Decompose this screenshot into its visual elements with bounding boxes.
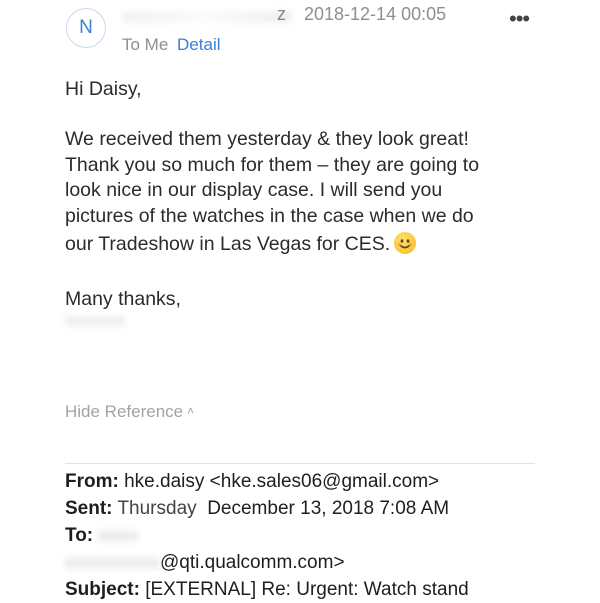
from-row: From: hke.daisy <hke.sales06@gmail.com>: [65, 468, 469, 495]
to-continuation-row: @qti.qualcomm.com>: [65, 549, 469, 576]
to-address-partial: @qti.qualcomm.com>: [160, 552, 345, 573]
reference-divider: [65, 463, 535, 464]
sent-label: Sent:: [65, 498, 113, 519]
hide-reference-button[interactable]: Hide Reference ˄: [65, 402, 194, 422]
from-value: hke.daisy <hke.sales06@gmail.com>: [124, 471, 440, 492]
body-line: We received them yesterday & they look g…: [65, 128, 469, 150]
message-date: 2018-12-14 00:05: [304, 4, 447, 24]
chevron-up-icon: ˄: [187, 404, 195, 418]
hide-reference-label: Hide Reference: [65, 402, 184, 421]
sent-weekday: Thursday: [117, 498, 197, 519]
to-address-redacted: [65, 556, 160, 569]
subject-value: [EXTERNAL] Re: Urgent: Watch stand: [145, 579, 469, 600]
detail-link[interactable]: Detail: [177, 35, 220, 54]
to-label: To:: [65, 525, 94, 546]
to-me-label: To Me: [122, 35, 169, 54]
more-options-icon[interactable]: •••: [509, 6, 530, 32]
greeting: Hi Daisy,: [65, 78, 142, 100]
sender-name-partial: z: [277, 4, 286, 24]
smiling-emoji-icon: [394, 232, 417, 254]
body-line: look nice in our display case. I will se…: [65, 179, 443, 201]
message-paragraph: We received them yesterday & they look g…: [65, 127, 479, 258]
body-line-with-emoji: our Tradeshow in Las Vegas for CES.: [65, 232, 479, 258]
sign-off: Many thanks,: [65, 288, 181, 310]
quoted-reference: From: hke.daisy <hke.sales06@gmail.com> …: [65, 468, 469, 603]
subject-row: Subject: [EXTERNAL] Re: Urgent: Watch st…: [65, 576, 469, 603]
sender-name-redacted: [122, 11, 292, 23]
subject-label: Subject:: [65, 579, 140, 600]
sender-avatar[interactable]: N: [66, 8, 106, 48]
recipient-row: To Me Detail: [122, 35, 221, 55]
signature-redacted: [65, 316, 125, 326]
body-line: pictures of the watches in the case when…: [65, 204, 474, 227]
to-row: To:: [65, 522, 469, 549]
body-line: Thank you so much for them – they are go…: [65, 153, 480, 176]
sent-row: Sent: Thursday December 13, 2018 7:08 AM: [65, 495, 469, 522]
body-line: our Tradeshow in Las Vegas for CES.: [65, 233, 391, 255]
to-redacted: [98, 529, 139, 542]
from-label: From:: [65, 471, 119, 492]
sent-value: December 13, 2018 7:08 AM: [207, 498, 450, 519]
message-header: N z 2018-12-14 00:05 ••• To Me Detail: [0, 0, 600, 70]
